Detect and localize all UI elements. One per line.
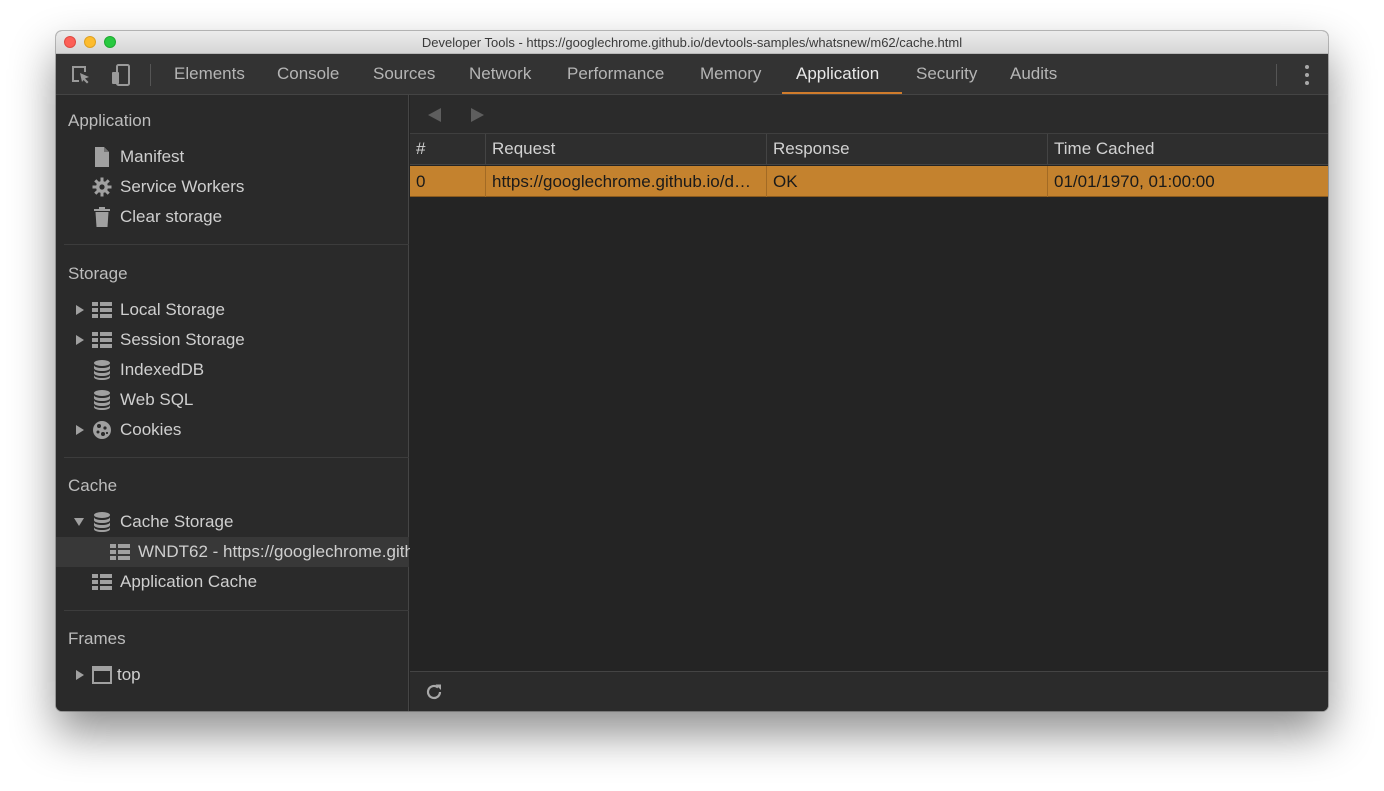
database-icon: [92, 512, 112, 532]
cell-index: 0: [410, 166, 486, 197]
database-icon: [92, 390, 112, 410]
cell-request: https://googlechrome.github.io/devtools-…: [486, 166, 767, 197]
grid-icon: [92, 300, 112, 320]
inspect-element-icon[interactable]: [70, 64, 92, 86]
sidebar-item-top-frame[interactable]: top: [56, 660, 409, 690]
gear-icon: [92, 177, 112, 197]
database-icon: [92, 360, 112, 380]
sidebar-item-label: Application Cache: [120, 572, 258, 591]
tab-security[interactable]: Security: [916, 54, 977, 95]
application-sidebar: Application Manifest Service Workers Cle…: [56, 95, 451, 711]
file-icon: [92, 147, 112, 167]
cache-view-footer: [410, 671, 1328, 711]
zoom-window-button[interactable]: [104, 36, 116, 48]
sidebar-item-session-storage[interactable]: Session Storage: [56, 325, 409, 355]
section-title-frames: Frames: [68, 629, 126, 648]
sidebar-item-application-cache[interactable]: Application Cache: [56, 567, 409, 597]
column-header-response[interactable]: Response: [767, 134, 1048, 165]
section-divider: [64, 610, 409, 611]
title-bar: Developer Tools - https://googlechrome.g…: [56, 31, 1328, 54]
tab-memory[interactable]: Memory: [700, 54, 761, 95]
refresh-icon[interactable]: [424, 682, 444, 702]
frame-icon: [92, 665, 112, 685]
window-controls: [64, 36, 116, 48]
devtools-window: Developer Tools - https://googlechrome.g…: [56, 31, 1328, 711]
section-title-storage: Storage: [68, 264, 128, 283]
toolbar-separator: [1276, 64, 1277, 86]
cache-table-header: # Request Response Time Cached: [410, 134, 1328, 165]
next-page-icon[interactable]: [469, 107, 485, 123]
sidebar-item-cache-wndt62[interactable]: WNDT62 - https://googlechrome.github.io: [56, 537, 451, 567]
sidebar-item-label: Session Storage: [120, 330, 245, 349]
cell-time-cached: 01/01/1970, 01:00:00: [1054, 172, 1215, 191]
device-toolbar-icon[interactable]: [110, 64, 132, 86]
sidebar-item-cache-storage[interactable]: Cache Storage: [56, 507, 409, 537]
more-options-icon[interactable]: [1304, 65, 1310, 85]
tab-elements[interactable]: Elements: [174, 54, 245, 95]
sidebar-item-label: IndexedDB: [120, 360, 205, 379]
tab-console[interactable]: Console: [277, 54, 339, 95]
sidebar-item-label: WNDT62 - https://googlechrome.github.io: [138, 542, 451, 561]
cache-storage-view: # Request Response Time Cached 0 https:/…: [410, 95, 1328, 711]
minimize-window-button[interactable]: [84, 36, 96, 48]
section-divider: [64, 244, 409, 245]
section-divider: [64, 457, 409, 458]
sidebar-item-service-workers[interactable]: Service Workers: [56, 172, 409, 202]
section-title-application: Application: [68, 111, 152, 130]
window-title: Developer Tools - https://googlechrome.g…: [421, 34, 963, 50]
grid-icon: [92, 330, 112, 350]
sidebar-item-label: top: [117, 665, 141, 684]
sidebar-item-label: Service Workers: [120, 177, 245, 196]
sidebar-item-local-storage[interactable]: Local Storage: [56, 295, 409, 325]
tab-sources[interactable]: Sources: [373, 54, 435, 95]
tab-application[interactable]: Application: [796, 54, 879, 95]
close-window-button[interactable]: [64, 36, 76, 48]
column-header-time-cached[interactable]: Time Cached: [1048, 134, 1328, 165]
sidebar-item-label: Web SQL: [120, 390, 194, 409]
grid-icon: [92, 572, 112, 592]
trash-icon: [92, 207, 112, 227]
sidebar-item-clear-storage[interactable]: Clear storage: [56, 202, 409, 232]
sidebar-item-label: Local Storage: [120, 300, 225, 319]
tab-audits[interactable]: Audits: [1010, 54, 1057, 95]
collapse-arrow-icon[interactable]: [74, 516, 84, 528]
sidebar-item-indexeddb[interactable]: IndexedDB: [56, 355, 409, 385]
grid-icon: [110, 542, 130, 562]
table-row[interactable]: 0 https://googlechrome.github.io/devtool…: [410, 166, 1328, 197]
sidebar-item-manifest[interactable]: Manifest: [56, 142, 409, 172]
previous-page-icon[interactable]: [427, 107, 443, 123]
toolbar-separator: [150, 64, 151, 86]
section-title-cache: Cache: [68, 476, 118, 495]
column-header-index[interactable]: #: [410, 134, 486, 165]
sidebar-item-cookies[interactable]: Cookies: [56, 415, 409, 445]
expand-arrow-icon[interactable]: [75, 304, 85, 316]
expand-arrow-icon[interactable]: [75, 334, 85, 346]
expand-arrow-icon[interactable]: [75, 424, 85, 436]
devtools-toolbar: Elements Console Sources Network Perform…: [56, 54, 1328, 95]
pagination-bar: [410, 95, 1328, 134]
tab-network[interactable]: Network: [469, 54, 531, 95]
tab-performance[interactable]: Performance: [567, 54, 664, 95]
cookie-icon: [92, 420, 112, 440]
cell-response: OK: [767, 166, 1048, 197]
sidebar-item-label: Clear storage: [120, 207, 223, 226]
sidebar-item-label: Cookies: [120, 420, 182, 439]
active-tab-indicator: [782, 92, 902, 94]
column-header-request[interactable]: Request: [486, 134, 767, 165]
sidebar-item-label: Cache Storage: [120, 512, 234, 531]
sidebar-item-web-sql[interactable]: Web SQL: [56, 385, 409, 415]
expand-arrow-icon[interactable]: [75, 669, 85, 681]
sidebar-item-label: Manifest: [120, 147, 185, 166]
